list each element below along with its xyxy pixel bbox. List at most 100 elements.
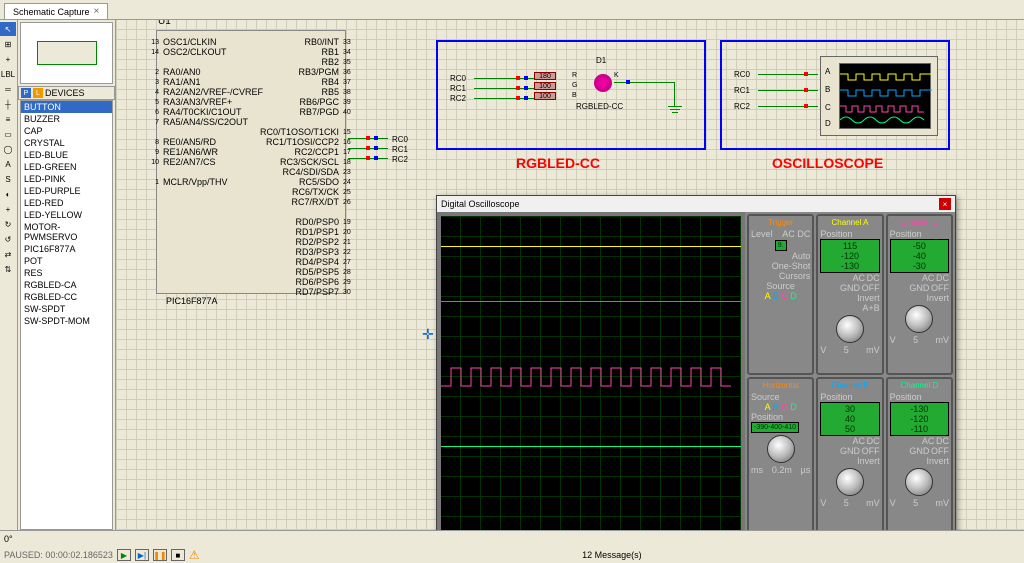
device-item-led-blue[interactable]: LED-BLUE [21,149,112,161]
tool-symbol[interactable]: S [0,172,16,186]
device-item-cap[interactable]: CAP [21,125,112,137]
pin-right-23: 28RD5/PSP5 [295,267,339,277]
resistor-r1: 180 [534,72,556,80]
pin-right-7: 40RB7/PGD [299,107,339,117]
net-rc2: RC2 [392,155,408,164]
device-item-led-green[interactable]: LED-GREEN [21,161,112,173]
device-item-led-red[interactable]: LED-RED [21,197,112,209]
device-item-crystal[interactable]: CRYSTAL [21,137,112,149]
play-button[interactable]: ▶ [117,549,131,561]
horizontal-panel[interactable]: Horizontal Source A B C D Position -390-… [747,377,814,530]
tool-junction[interactable]: + [0,52,16,66]
angle-display: 0° [4,534,13,544]
scope-window-titlebar[interactable]: Digital Oscilloscope × [437,196,955,212]
device-item-res[interactable]: RES [21,267,112,279]
resistor-r3: 100 [534,92,556,100]
close-icon[interactable]: × [939,198,951,210]
pin-left-0: 13OSC1/CLKIN [163,37,217,47]
chip-u1[interactable]: 13OSC1/CLKIN14OSC2/CLKOUT2RA0/AN03RA1/AN… [156,30,346,294]
pin-right-5: 38RB5 [321,87,339,97]
resistor-r2: 100 [534,82,556,90]
tool-rotate-cw[interactable]: ↻ [0,217,16,231]
tool-plus[interactable]: + [0,202,16,216]
step-button[interactable]: ▶| [135,549,149,561]
device-item-sw-spdt[interactable]: SW-SPDT [21,303,112,315]
pin-left-1: 14OSC2/CLKOUT [163,47,227,57]
pin-right-16: 26RC7/RX/DT [291,197,339,207]
device-item-pic16f877a[interactable]: PIC16F877A [21,243,112,255]
tool-text[interactable]: A [0,157,16,171]
scope-instrument[interactable]: A B C D [820,56,938,136]
pin-right-12: 18RC3/SCK/SCL [280,157,339,167]
led-net-rc0: RC0 [450,74,466,83]
chip-name: PIC16F877A [166,296,218,530]
pin-right-20: 21RD2/PSP2 [295,237,339,247]
device-item-led-purple[interactable]: LED-PURPLE [21,185,112,197]
cha-pos-lcd: 115-120-130 [820,239,879,273]
channel-a-panel[interactable]: Channel A Position 115-120-130 AC DCGND … [816,214,883,375]
device-item-led-pink[interactable]: LED-PINK [21,173,112,185]
l-icon[interactable]: L [33,88,43,98]
pin-left-5: 4RA2/AN2/VREF-/CVREF [163,87,263,97]
tab-schematic[interactable]: Schematic Capture × [4,3,108,19]
stop-button[interactable]: ■ [171,549,185,561]
tool-select[interactable]: ↖ [0,22,16,36]
channel-d-panel[interactable]: Channel D Position -130-120-110 AC DCGND… [886,377,953,530]
horiz-knob[interactable] [767,435,795,463]
pin-right-4: 37RB4 [321,77,339,87]
tool-flip-v[interactable]: ⇅ [0,262,16,276]
message-count[interactable]: 12 Message(s) [582,550,642,560]
pin-right-3: 36RB3/PGM [298,67,339,77]
pin-right-21: 22RD3/PSP3 [295,247,339,257]
device-list[interactable]: BUTTONBUZZERCAPCRYSTALLED-BLUELED-GREENL… [20,100,113,530]
device-item-rgbled-ca[interactable]: RGBLED-CA [21,279,112,291]
tool-rect[interactable]: ▭ [0,127,16,141]
tab-bar: Schematic Capture × [0,0,1024,20]
tool-flip-h[interactable]: ⇄ [0,247,16,261]
device-item-pot[interactable]: POT [21,255,112,267]
p-icon[interactable]: P [21,88,31,98]
device-item-rgbled-cc[interactable]: RGBLED-CC [21,291,112,303]
pause-button[interactable]: ❚❚ [153,549,167,561]
net-rc0: RC0 [392,135,408,144]
pin-right-0: 33RB0/INT [304,37,339,47]
scope-screen[interactable] [441,216,741,530]
tool-circle[interactable]: ◯ [0,142,16,156]
channel-b-panel[interactable]: Channel B Position 304050 AC DCGND OFFIn… [816,377,883,530]
tool-terminal[interactable]: ≡ [0,112,16,126]
rgbled-group [436,40,706,150]
channel-c-panel[interactable]: Channel C Position -50-40-30 AC DCGND OF… [886,214,953,375]
tool-arc[interactable]: ◐ [0,187,16,201]
device-item-buzzer[interactable]: BUZZER [21,113,112,125]
chc-knob[interactable] [905,305,933,333]
chip-ref: U1 [158,20,171,27]
trigger-panel[interactable]: Trigger LevelAC DC 9. AutoOne-ShotCursor… [747,214,814,375]
device-item-sw-spdt-mom[interactable]: SW-SPDT-MOM [21,315,112,327]
chb-knob[interactable] [836,468,864,496]
tab-title: Schematic Capture [13,7,90,17]
pin-left-12: 10RE2/AN7/CS [163,157,216,167]
tool-component[interactable]: ⊞ [0,37,16,51]
device-item-motor-pwmservo[interactable]: MOTOR-PWMSERVO [21,221,112,243]
horiz-pos-lcd: -390-400-410 [751,422,799,433]
tab-close-icon[interactable]: × [94,6,100,17]
chd-knob[interactable] [905,468,933,496]
chd-pos-lcd: -130-120-110 [890,402,949,436]
oscilloscope-window[interactable]: Digital Oscilloscope × Trigger LevelAC D… [436,195,956,530]
device-item-button[interactable]: BUTTON [21,101,112,113]
tool-label[interactable]: LBL [0,67,16,81]
cha-knob[interactable] [836,315,864,343]
schematic-canvas[interactable]: U1 13OSC1/CLKIN14OSC2/CLKOUT2RA0/AN03RA1… [116,20,1024,530]
tool-rotate-ccw[interactable]: ↺ [0,232,16,246]
scope-title: OSCILLOSCOPE [772,155,883,171]
led-name: RGBLED-CC [576,102,623,111]
preview-box [20,22,113,84]
device-item-led-yellow[interactable]: LED-YELLOW [21,209,112,221]
warning-icon[interactable]: ⚠ [189,548,200,562]
tool-subckt[interactable]: ┼ [0,97,16,111]
tool-bus[interactable]: ═ [0,82,16,96]
scope-window-title: Digital Oscilloscope [441,199,520,209]
sim-status: PAUSED: 00:00:02.186523 [4,550,113,560]
pin-right-22: 27RD4/PSP4 [295,257,339,267]
scope-ch-a: A [825,67,830,76]
